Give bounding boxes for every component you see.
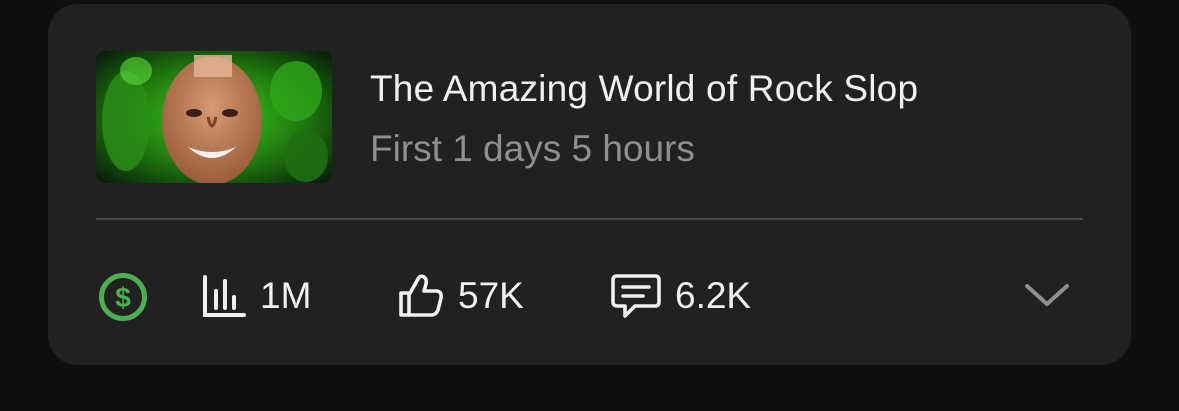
chevron-down-icon	[1022, 284, 1072, 314]
video-period: First 1 days 5 hours	[370, 128, 695, 169]
svg-text:$: $	[115, 282, 131, 313]
expand-button[interactable]	[1022, 280, 1072, 310]
views-stat[interactable]: 1M	[202, 266, 311, 326]
video-analytics-card[interactable]: The Amazing World of Rock Slop First 1 d…	[48, 4, 1131, 365]
monetization-status[interactable]: $	[98, 272, 148, 322]
comments-count: 6.2K	[675, 275, 752, 316]
views-count: 1M	[260, 275, 312, 316]
video-thumbnail[interactable]	[96, 51, 332, 183]
dollar-circle-icon: $	[98, 272, 148, 322]
comment-icon	[611, 272, 661, 320]
video-title[interactable]: The Amazing World of Rock Slop	[370, 68, 918, 110]
likes-stat[interactable]: 57K	[398, 266, 524, 326]
comments-stat[interactable]: 6.2K	[611, 266, 751, 326]
divider	[96, 218, 1083, 220]
bar-chart-icon	[202, 275, 246, 317]
thumbs-up-icon	[398, 273, 444, 319]
likes-count: 57K	[458, 275, 524, 316]
